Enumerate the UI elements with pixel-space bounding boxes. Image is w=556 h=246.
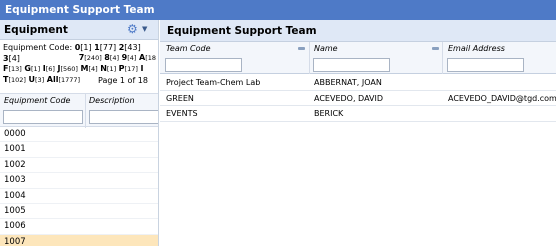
list-item[interactable]: 1002 [0,158,158,174]
name-cell: ACEVEDO, DAVID [314,93,384,103]
alpha-filter-link[interactable]: All [47,75,59,84]
alpha-filter-count: [13] [8,65,22,73]
alpha-filter-count: [1777] [58,76,81,84]
alpha-filter-count: [1] [106,65,117,73]
alpha-filter-link[interactable]: I [140,64,143,73]
support-team-table: Project Team-Chem Lab ABBERNAT, JOAN GREEN… [160,75,556,122]
column-header-name[interactable]: Name [314,44,338,53]
team-code-cell: Project Team-Chem Lab [166,78,261,87]
alpha-filter-count: [3] [35,76,45,84]
list-item[interactable]: 1004 [0,189,158,204]
alpha-filter-count: [102] [8,76,26,84]
alpha-filter-count: [560] [60,65,78,73]
alpha-filter-count: [4] [88,65,98,73]
column-header-email[interactable]: Email Address [448,44,505,53]
alpha-filter-count: [1] [30,65,41,73]
team-code-filter-input[interactable] [165,58,242,72]
email-cell: ACEVEDO_DAVID@tgd.com [448,93,556,103]
alpha-filter-count: [4] [109,54,120,62]
column-divider[interactable] [442,42,443,74]
column-header-team-code[interactable]: Team Code [166,44,211,53]
column-divider[interactable] [309,42,310,74]
list-item[interactable]: 1005 [0,204,158,220]
support-team-column-headers: Team Code Name Email Address [160,42,556,74]
alpha-filter-count: [17] [124,65,138,73]
alpha-filter-line-3: F[13] G[1] I[6] J[560] M[4] N[1] P[17] I [3,64,156,75]
list-item[interactable]: 1007 [0,234,158,246]
table-row[interactable]: Project Team-Chem Lab ABBERNAT, JOAN [160,75,556,91]
column-header-equipment-code[interactable]: Equipment Code [4,96,70,105]
list-item[interactable]: 0000 [0,127,158,143]
equipment-panel-header: Equipment ⚙ ▼ [0,20,158,40]
name-cell: ABBERNAT, JOAN [314,78,382,87]
list-item[interactable]: 1003 [0,173,158,189]
email-filter-input[interactable] [447,58,524,72]
column-menu-icon[interactable] [432,47,439,50]
equipment-code-filter-input[interactable] [3,110,83,124]
gear-icon[interactable]: ⚙ [127,23,138,36]
alpha-filter-count: [240] [84,54,102,62]
column-divider[interactable] [85,94,86,128]
table-row[interactable]: EVENTS BERICK [160,106,556,122]
window-title: Equipment Support Team [0,0,556,20]
team-code-cell: EVENTS [166,109,198,118]
alpha-filter-count: [77] [99,43,117,52]
caret-down-icon[interactable]: ▼ [142,25,147,33]
list-item[interactable]: 1001 [0,142,158,158]
alpha-filter-line-2: 7[240] 8[4] 9[4] A[18 [3,53,156,64]
alpha-filter-link[interactable]: G [24,64,31,73]
description-filter-input[interactable] [89,110,158,124]
list-item[interactable]: 1006 [0,219,158,235]
equipment-list: 0000 1001 1002 1003 1004 1005 1006 1007 [0,127,158,246]
page-info: Page 1 of 18 [98,76,148,85]
support-team-panel-title: Equipment Support Team [160,20,556,42]
alpha-filter-count: [4] [127,54,137,62]
equipment-column-headers: Equipment Code Description [0,93,158,128]
alpha-filter-count: [1] [80,43,92,52]
name-cell: BERICK [314,109,344,118]
equipment-panel-title: Equipment [4,24,68,36]
alpha-filter-count: [18 [145,54,156,62]
support-team-panel: Equipment Support Team Team Code Name Em… [160,20,556,246]
column-header-description[interactable]: Description [89,96,135,105]
table-row[interactable]: GREEN ACEVEDO, DAVID ACEVEDO_DAVID@tgd.com [160,91,556,106]
alpha-filter-count: [6] [45,65,55,73]
alpha-filter-link[interactable]: N [100,64,107,73]
name-filter-input[interactable] [313,58,390,72]
team-code-cell: GREEN [166,93,194,103]
column-menu-icon[interactable] [298,47,305,50]
equipment-panel: Equipment ⚙ ▼ Equipment Code: 0[1] 1[77]… [0,20,159,246]
equipment-code-label: Equipment Code: [3,43,73,52]
alpha-filter-count: [43] [124,43,141,52]
